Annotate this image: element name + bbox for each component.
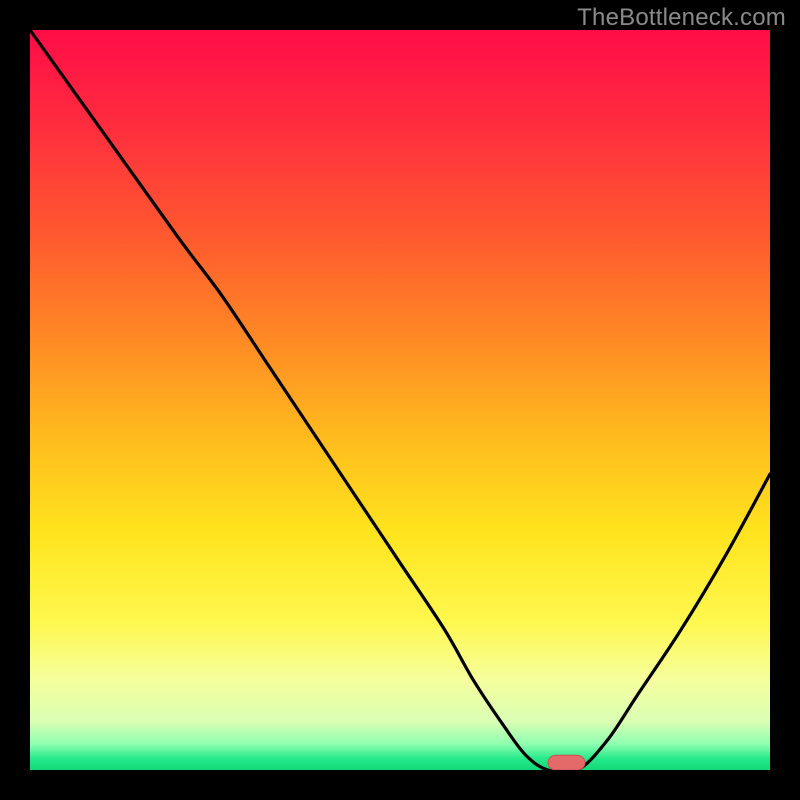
watermark-label: TheBottleneck.com — [577, 4, 786, 32]
bottleneck-curve — [30, 30, 770, 770]
chart-frame: TheBottleneck.com — [0, 0, 800, 800]
plot-area — [30, 30, 770, 770]
